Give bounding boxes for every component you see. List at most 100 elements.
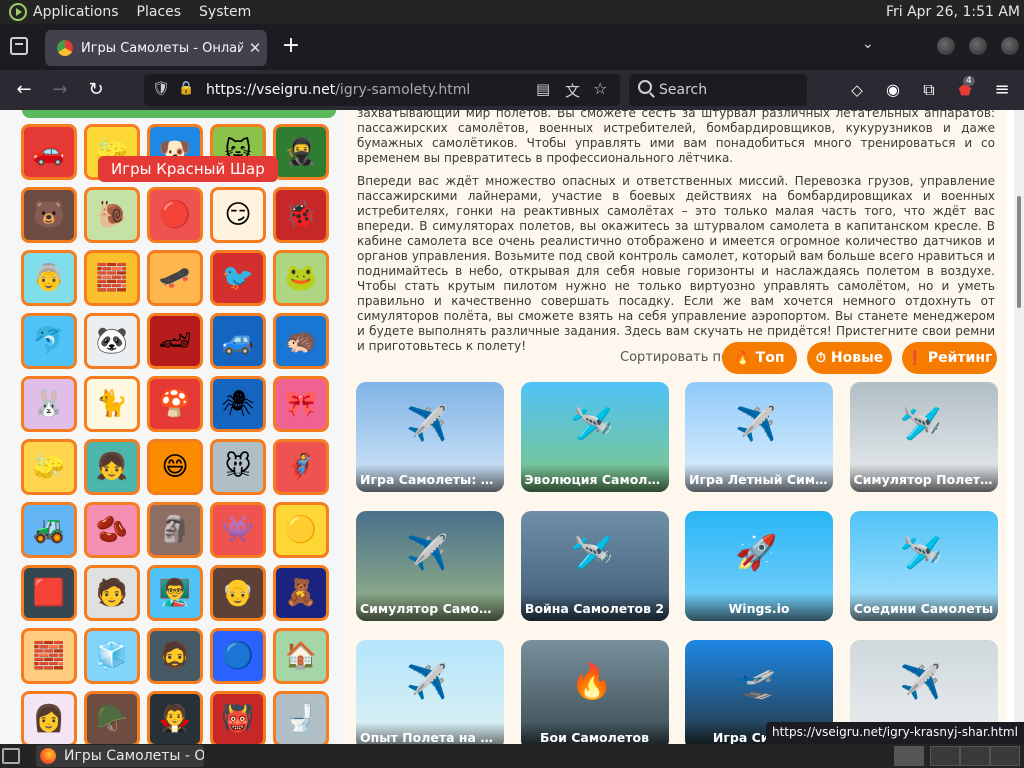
game-thumbnail[interactable]: 🟥: [21, 565, 77, 621]
game-thumbnail[interactable]: 🐈: [84, 376, 140, 432]
reload-icon[interactable]: ↻: [84, 78, 108, 102]
sort-new-button[interactable]: ⏱ Новые: [807, 342, 892, 374]
game-thumbnail[interactable]: 🏠: [273, 628, 329, 684]
game-card-art-icon: ✈️: [406, 533, 449, 573]
show-desktop-icon[interactable]: [2, 748, 20, 764]
game-thumbnail[interactable]: 🫘: [84, 502, 140, 558]
game-thumbnail[interactable]: 🦸: [273, 439, 329, 495]
workspace-2-button[interactable]: [930, 746, 960, 766]
search-input[interactable]: Search: [629, 74, 807, 106]
game-card[interactable]: 🛩️ Война Самолетов 2: [520, 511, 669, 621]
game-thumbnail[interactable]: 🧱: [84, 250, 140, 306]
game-card[interactable]: ✈️ Игра Летный Симул...: [685, 382, 833, 492]
tab-list-chevron-down-icon[interactable]: ⌄: [862, 36, 874, 52]
game-card[interactable]: 🚀 Wings.io: [685, 511, 833, 621]
game-card[interactable]: ✈️ Игра Самолеты: Бо...: [356, 382, 504, 492]
system-menu[interactable]: System: [199, 4, 251, 20]
forward-arrow-icon[interactable]: →: [48, 78, 72, 102]
game-thumbnail[interactable]: 👵: [21, 250, 77, 306]
game-thumbnail[interactable]: 🍄: [147, 376, 203, 432]
account-icon[interactable]: ◉: [881, 78, 905, 102]
scrollbar-thumb[interactable]: [1017, 196, 1021, 308]
game-card[interactable]: 🛩️ Симулятор Полетов...: [849, 382, 998, 492]
game-thumbnail[interactable]: 👾: [210, 502, 266, 558]
game-thumbnail[interactable]: 🪖: [84, 691, 140, 744]
tab-overview-icon[interactable]: [10, 37, 28, 55]
game-thumbnail[interactable]: 👩: [21, 691, 77, 744]
workspace-3-button[interactable]: [960, 746, 990, 766]
main-content: захватывающий мир полётов. Вы сможете се…: [345, 110, 1007, 744]
window-close-button[interactable]: [1001, 37, 1019, 55]
game-card-title: Бои Самолетов: [520, 722, 669, 744]
sort-rating-button[interactable]: ❗ Рейтинг: [902, 342, 997, 374]
game-thumbnail[interactable]: 🎀: [273, 376, 329, 432]
game-thumbnail[interactable]: 😄: [147, 439, 203, 495]
workspace-4-button[interactable]: [990, 746, 1020, 766]
game-thumbnail[interactable]: 🛹: [147, 250, 203, 306]
game-thumbnail[interactable]: 🐻: [21, 187, 77, 243]
game-thumbnail[interactable]: 🐦: [210, 250, 266, 306]
game-thumbnail[interactable]: 🐌: [84, 187, 140, 243]
game-thumbnail[interactable]: 🐼: [84, 313, 140, 369]
url-bar[interactable]: 🛡 🔒 https://vseigru.net/igry-samolety.ht…: [144, 74, 620, 106]
page-scrollbar[interactable]: [1014, 110, 1024, 744]
game-thumbnail[interactable]: 🧸: [273, 565, 329, 621]
game-thumbnail[interactable]: 👨‍🏫: [147, 565, 203, 621]
game-thumbnail-icon: 🕷: [221, 389, 255, 419]
applications-menu[interactable]: Applications: [33, 4, 119, 20]
game-thumbnail[interactable]: 🚗: [21, 124, 77, 180]
taskbar-window-button[interactable]: Игры Самолеты - О...: [36, 745, 204, 767]
game-thumbnail[interactable]: 🚽: [273, 691, 329, 744]
game-thumbnail[interactable]: 🧑: [84, 565, 140, 621]
places-menu[interactable]: Places: [137, 4, 182, 20]
game-thumbnail[interactable]: 👴: [210, 565, 266, 621]
game-thumbnail[interactable]: 🧔: [147, 628, 203, 684]
game-thumbnail[interactable]: 🚜: [21, 502, 77, 558]
app-menu-hamburger-icon[interactable]: ≡: [990, 78, 1014, 102]
game-thumbnail[interactable]: 🗿: [147, 502, 203, 558]
game-thumbnail[interactable]: 🥷: [273, 124, 329, 180]
reader-view-icon[interactable]: ▤: [536, 80, 550, 98]
game-thumbnail[interactable]: 👹: [210, 691, 266, 744]
tracking-shield-icon[interactable]: 🛡: [152, 81, 170, 97]
game-card[interactable]: ✈️ Опыт Полета на Са...: [356, 640, 504, 744]
game-thumbnail[interactable]: 🚙: [210, 313, 266, 369]
game-thumbnail[interactable]: 🐰: [21, 376, 77, 432]
window-minimize-button[interactable]: [937, 37, 955, 55]
game-thumbnail[interactable]: 😏: [210, 187, 266, 243]
distro-logo-icon[interactable]: [9, 3, 27, 21]
back-arrow-icon[interactable]: ←: [12, 78, 36, 102]
new-tab-button[interactable]: +: [279, 34, 303, 60]
game-thumbnail[interactable]: 🧽: [21, 439, 77, 495]
tab-close-icon[interactable]: ✕: [243, 39, 267, 57]
game-thumbnail[interactable]: 🟡: [273, 502, 329, 558]
extensions-puzzle-icon[interactable]: ⧉: [917, 78, 941, 102]
translate-icon[interactable]: 文: [565, 80, 580, 101]
game-thumbnail[interactable]: 🧛: [147, 691, 203, 744]
game-thumbnail[interactable]: 🔵: [210, 628, 266, 684]
game-thumbnail[interactable]: 🐸: [273, 250, 329, 306]
game-thumbnail[interactable]: 🧊: [84, 628, 140, 684]
active-tab[interactable]: Игры Самолеты - Онлайн ✕: [45, 30, 267, 66]
game-card[interactable]: 🛩️ Соедини Самолеты: [849, 511, 998, 621]
game-card[interactable]: ✈️ Симулятор Самоле...: [356, 511, 504, 621]
game-thumbnail[interactable]: 🧱: [21, 628, 77, 684]
game-thumbnail[interactable]: 🏎: [147, 313, 203, 369]
game-thumbnail[interactable]: 🐬: [21, 313, 77, 369]
game-thumbnail[interactable]: 👧: [84, 439, 140, 495]
game-thumbnail[interactable]: 🕷: [210, 376, 266, 432]
game-card[interactable]: 🔥 Бои Самолетов: [520, 640, 669, 744]
game-thumbnail[interactable]: 🦔: [273, 313, 329, 369]
workspace-1-button[interactable]: [894, 746, 924, 766]
clock[interactable]: Fri Apr 26, 1:51 AM: [886, 4, 1020, 20]
lock-icon[interactable]: 🔒: [178, 81, 194, 96]
sort-top-button[interactable]: 🔥 Топ: [722, 342, 797, 374]
bookmark-star-icon[interactable]: ☆: [593, 79, 607, 98]
game-thumbnail[interactable]: 🐞: [273, 187, 329, 243]
window-maximize-button[interactable]: [969, 37, 987, 55]
game-card[interactable]: 🛩️ Эволюция Самолёта: [520, 382, 669, 492]
pocket-icon[interactable]: ◇: [845, 78, 869, 102]
game-thumbnail[interactable]: 🔴: [147, 187, 203, 243]
game-thumbnail[interactable]: 🐭: [210, 439, 266, 495]
game-thumbnail-icon: 🧑: [95, 578, 129, 608]
